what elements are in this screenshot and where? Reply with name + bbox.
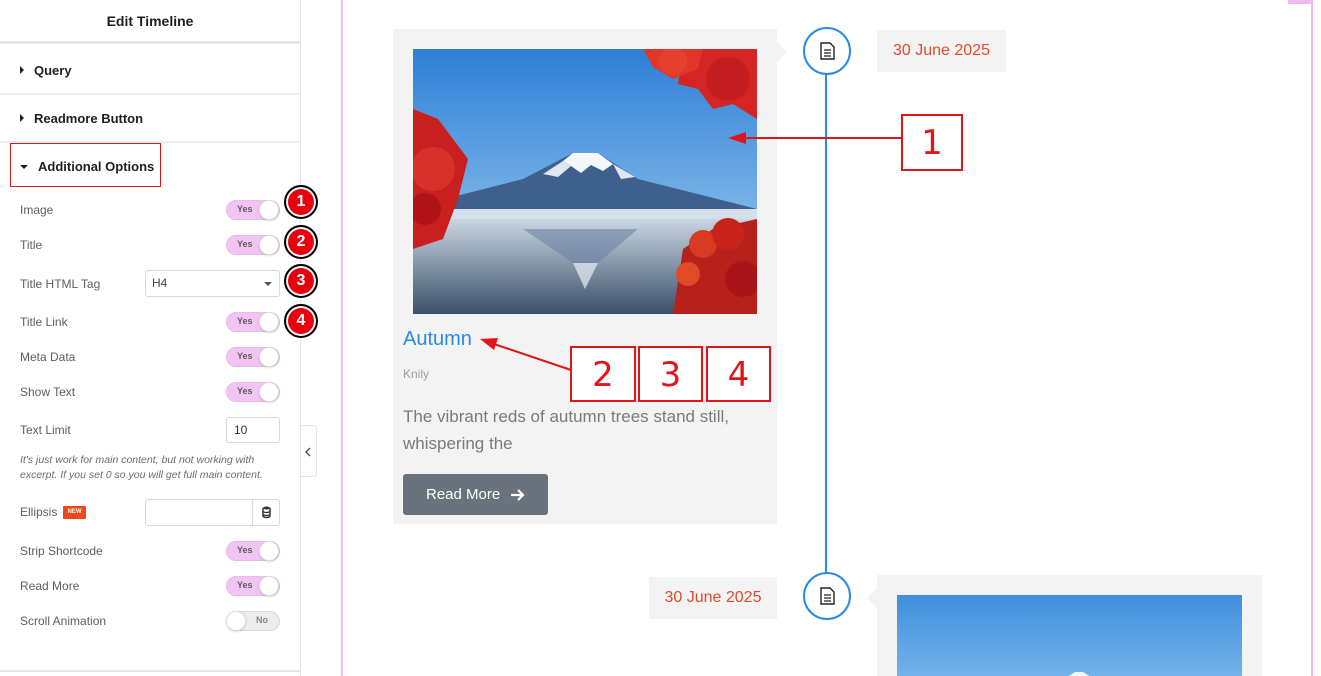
show-text-label: Show Text — [20, 385, 76, 399]
strip-shortcode-toggle[interactable]: Yes — [226, 541, 280, 561]
toggle-text: Yes — [237, 545, 253, 555]
toggle-text: Yes — [237, 204, 253, 214]
annotation-badge-3: 3 — [284, 264, 318, 298]
toggle-text: Yes — [237, 239, 253, 249]
title-label: Title — [20, 238, 43, 252]
caret-right-icon — [20, 66, 24, 74]
section-readmore-button[interactable]: Readmore Button — [0, 95, 300, 143]
meta-data-toggle[interactable]: Yes — [226, 347, 280, 367]
ellipsis-input[interactable] — [145, 499, 280, 526]
toggle-knob — [259, 312, 279, 332]
chevron-left-icon — [304, 447, 311, 457]
arrow-right-icon — [511, 489, 525, 501]
post-image[interactable] — [897, 595, 1242, 676]
toggle-text: Yes — [237, 316, 253, 326]
text-limit-help: It's just work for main content, but not… — [20, 454, 263, 481]
database-icon — [262, 506, 271, 519]
new-badge: NEW — [63, 506, 86, 519]
scroll-animation-toggle[interactable]: No — [226, 611, 280, 631]
meta-data-label: Meta Data — [20, 350, 76, 364]
read-more-label: Read More — [426, 486, 501, 503]
callout-box-4: 4 — [706, 346, 771, 402]
title-html-tag-select[interactable]: H4 — [145, 270, 280, 297]
toggle-knob — [259, 541, 279, 561]
title-toggle[interactable]: Yes — [226, 235, 280, 255]
read-more-button[interactable]: Read More — [403, 474, 548, 515]
annotation-badge-4: 4 — [284, 304, 318, 338]
read-more-label: Read More — [20, 579, 80, 593]
annotation-badge-2: 2 — [284, 225, 318, 259]
editor-panel: Edit Timeline Query Readmore Button Addi… — [0, 0, 318, 676]
title-link-toggle[interactable]: Yes — [226, 312, 280, 332]
document-icon — [820, 42, 835, 60]
post-author: Knily — [403, 367, 430, 381]
toggle-text: Yes — [237, 580, 253, 590]
caret-right-icon — [20, 114, 24, 122]
toggle-text: Yes — [237, 386, 253, 396]
callout-box-1: 1 — [901, 114, 963, 171]
callout-box-3: 3 — [638, 346, 703, 402]
select-value: H4 — [152, 276, 168, 290]
image-label: Image — [20, 203, 54, 217]
post-excerpt: The vibrant reds of autumn trees stand s… — [403, 407, 729, 453]
image-toggle[interactable]: Yes — [226, 200, 280, 220]
callout-box-2: 2 — [570, 346, 636, 402]
section-query-label: Query — [34, 63, 72, 78]
panel-divider — [0, 670, 300, 672]
text-limit-label: Text Limit — [20, 423, 71, 437]
toggle-knob — [259, 235, 279, 255]
title-html-tag-label: Title HTML Tag — [20, 277, 101, 291]
toggle-knob — [226, 611, 246, 631]
scroll-animation-label: Scroll Animation — [20, 614, 107, 628]
dynamic-tags-button[interactable] — [252, 500, 279, 525]
show-text-toggle[interactable]: Yes — [226, 382, 280, 402]
dropdown-arrow-icon — [264, 282, 272, 286]
document-icon — [820, 587, 835, 605]
section-highlight-box — [10, 143, 161, 187]
card-pointer — [867, 588, 877, 608]
toggle-knob — [259, 200, 279, 220]
timeline-node — [803, 27, 851, 75]
post-date: 30 June 2025 — [877, 30, 1006, 72]
toggle-text: No — [256, 615, 268, 625]
toggle-text: Yes — [237, 351, 253, 361]
toggle-knob — [259, 576, 279, 596]
card-pointer — [777, 42, 787, 62]
frame-corner-handle — [1288, 0, 1313, 4]
annotation-badge-1: 1 — [284, 185, 318, 219]
sky-image — [897, 595, 1242, 676]
mountain-lake-image — [413, 49, 757, 314]
toggle-knob — [259, 382, 279, 402]
post-image[interactable] — [413, 49, 757, 314]
timeline-line — [825, 74, 827, 574]
panel-title: Edit Timeline — [0, 0, 300, 44]
read-more-toggle[interactable]: Yes — [226, 576, 280, 596]
ellipsis-label: Ellipsis — [20, 505, 58, 519]
title-link-label: Title Link — [20, 315, 68, 329]
panel-collapse-button[interactable] — [301, 425, 317, 477]
text-limit-input[interactable]: 10 — [226, 417, 280, 443]
strip-shortcode-label: Strip Shortcode — [20, 544, 103, 558]
toggle-knob — [259, 347, 279, 367]
section-readmore-label: Readmore Button — [34, 111, 144, 126]
post-date: 30 June 2025 — [649, 577, 777, 619]
timeline-node — [803, 572, 851, 620]
post-title-link[interactable]: Autumn — [403, 328, 472, 351]
section-query[interactable]: Query — [0, 47, 300, 95]
